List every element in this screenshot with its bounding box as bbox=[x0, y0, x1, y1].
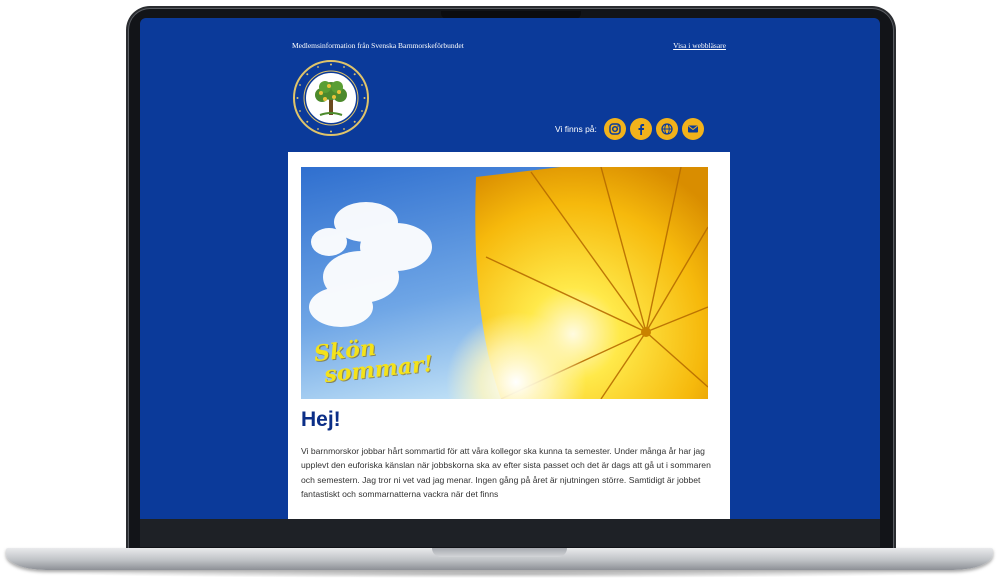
laptop-screen: Medlemsinformation från Svenska Barnmors… bbox=[140, 18, 880, 519]
facebook-icon[interactable] bbox=[629, 118, 652, 140]
view-in-browser-link[interactable]: Visa i webbläsare bbox=[673, 41, 726, 50]
email-card: Skön sommar! Hej! Vi barnmorskor jobbar … bbox=[288, 152, 730, 519]
web-icon[interactable] bbox=[655, 118, 678, 140]
base-shadow bbox=[60, 570, 940, 578]
base-notch bbox=[432, 548, 567, 557]
instagram-icon[interactable] bbox=[603, 118, 626, 140]
member-info-text: Medlemsinformation från Svenska Barnmors… bbox=[292, 40, 464, 50]
hero-image: Skön sommar! bbox=[301, 167, 708, 399]
mail-icon[interactable] bbox=[681, 118, 704, 140]
hero-caption: Skön sommar! bbox=[313, 331, 435, 388]
body-paragraph: Vi barnmorskor jobbar hårt sommartid för… bbox=[301, 446, 711, 500]
screen-bezel bbox=[140, 519, 880, 547]
greeting-heading: Hej! bbox=[301, 408, 341, 431]
association-logo bbox=[292, 59, 370, 137]
email-topbar: Medlemsinformation från Svenska Barnmors… bbox=[292, 38, 726, 52]
social-label: Vi finns på: bbox=[555, 124, 597, 134]
social-links: Vi finns på: bbox=[555, 117, 704, 141]
